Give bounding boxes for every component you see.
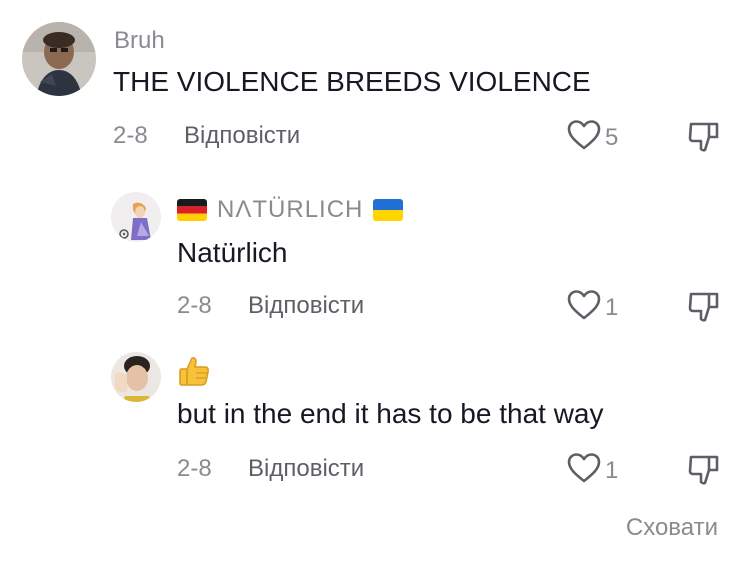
avatar[interactable] — [111, 192, 161, 242]
comment-date: 2-8 — [177, 292, 212, 319]
thumbs-down-icon — [687, 455, 721, 491]
like-button[interactable]: 1 — [567, 452, 618, 489]
reply-button[interactable]: Відповісти — [184, 122, 300, 150]
thumbs-up-icon — [177, 354, 211, 395]
comment-text: but in the end it has to be that way — [177, 398, 604, 429]
ukraine-flag-icon — [373, 199, 404, 221]
comment-username[interactable] — [177, 354, 211, 395]
comment-username[interactable]: NΛTÜRLICH — [177, 196, 404, 224]
like-count: 1 — [605, 293, 619, 321]
like-count: 1 — [605, 456, 619, 484]
heart-icon — [567, 452, 601, 489]
reply-button[interactable]: Відповісти — [248, 455, 364, 483]
comment-username[interactable]: Bruh — [114, 27, 165, 55]
comment-text: THE VIOLENCE BREEDS VIOLENCE — [113, 66, 591, 97]
heart-icon — [567, 289, 601, 326]
thumbs-down-icon — [687, 122, 721, 158]
username-text: NΛTÜRLICH — [217, 196, 364, 223]
germany-flag-icon — [177, 199, 207, 221]
hide-replies-button[interactable]: Сховати — [626, 514, 718, 542]
heart-icon — [567, 119, 601, 156]
dislike-button[interactable] — [687, 290, 721, 329]
dislike-button[interactable] — [687, 120, 721, 159]
like-button[interactable]: 1 — [567, 289, 618, 326]
avatar[interactable] — [22, 22, 96, 96]
avatar[interactable] — [111, 352, 161, 402]
comment-date: 2-8 — [177, 455, 212, 482]
like-button[interactable]: 5 — [567, 119, 618, 156]
comment-text: Natürlich — [177, 237, 288, 268]
thumbs-down-icon — [687, 292, 721, 328]
dislike-button[interactable] — [687, 453, 721, 492]
reply-button[interactable]: Відповісти — [248, 292, 364, 320]
like-count: 5 — [605, 123, 619, 151]
comment-date: 2-8 — [113, 122, 148, 149]
